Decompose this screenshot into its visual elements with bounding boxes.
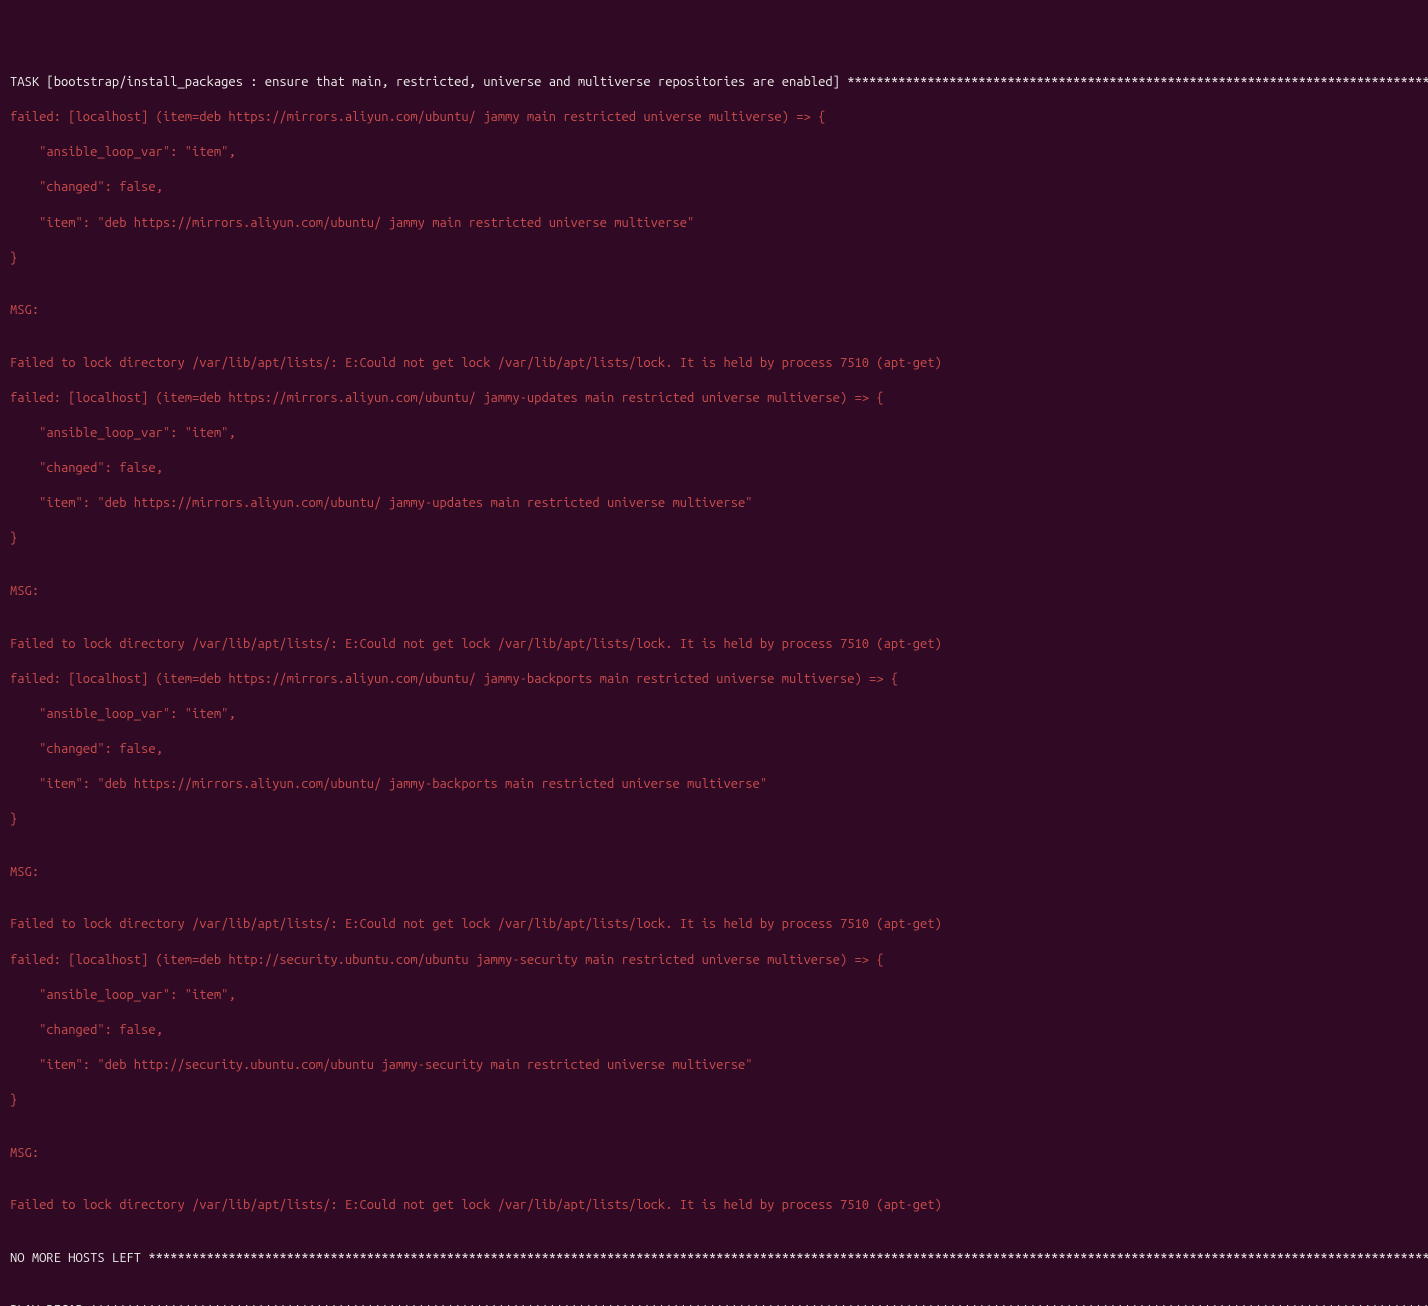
changed-flag: "changed": false, <box>10 1022 1418 1040</box>
msg-text: Failed to lock directory /var/lib/apt/li… <box>10 1197 1418 1215</box>
msg-label: MSG: <box>10 583 1418 601</box>
play-recap-header: PLAY RECAP *****************************… <box>10 1302 1418 1306</box>
task-header-prefix: TASK [ <box>10 75 54 89</box>
changed-flag: "changed": false, <box>10 460 1418 478</box>
task-header-suffix: ] <box>833 75 848 89</box>
failed-item-header: failed: [localhost] (item=deb https://mi… <box>10 109 1418 127</box>
item-detail: "item": "deb https://mirrors.aliyun.com/… <box>10 215 1418 233</box>
msg-label: MSG: <box>10 302 1418 320</box>
msg-text: Failed to lock directory /var/lib/apt/li… <box>10 636 1418 654</box>
failed-item-header: failed: [localhost] (item=deb http://sec… <box>10 952 1418 970</box>
failed-item-header: failed: [localhost] (item=deb https://mi… <box>10 671 1418 689</box>
ansible-loop-var: "ansible_loop_var": "item", <box>10 706 1418 724</box>
item-detail: "item": "deb https://mirrors.aliyun.com/… <box>10 495 1418 513</box>
item-detail: "item": "deb https://mirrors.aliyun.com/… <box>10 776 1418 794</box>
ansible-loop-var: "ansible_loop_var": "item", <box>10 144 1418 162</box>
no-more-hosts-stars: ****************************************… <box>148 1251 1428 1265</box>
changed-flag: "changed": false, <box>10 179 1418 197</box>
json-close: } <box>10 530 1418 548</box>
json-close: } <box>10 1092 1418 1110</box>
msg-text: Failed to lock directory /var/lib/apt/li… <box>10 355 1418 373</box>
no-more-hosts-label: NO MORE HOSTS LEFT <box>10 1251 148 1265</box>
ansible-loop-var: "ansible_loop_var": "item", <box>10 425 1418 443</box>
msg-label: MSG: <box>10 1145 1418 1163</box>
msg-text: Failed to lock directory /var/lib/apt/li… <box>10 916 1418 934</box>
msg-label: MSG: <box>10 864 1418 882</box>
item-detail: "item": "deb http://security.ubuntu.com/… <box>10 1057 1418 1075</box>
task-header: TASK [bootstrap/install_packages : ensur… <box>10 74 1418 92</box>
play-recap-label: PLAY RECAP <box>10 1303 90 1306</box>
failed-item-header: failed: [localhost] (item=deb https://mi… <box>10 390 1418 408</box>
json-close: } <box>10 250 1418 268</box>
task-header-stars: ****************************************… <box>847 75 1428 89</box>
ansible-loop-var: "ansible_loop_var": "item", <box>10 987 1418 1005</box>
task-name: bootstrap/install_packages : ensure that… <box>54 75 833 89</box>
changed-flag: "changed": false, <box>10 741 1418 759</box>
json-close: } <box>10 811 1418 829</box>
no-more-hosts-header: NO MORE HOSTS LEFT *********************… <box>10 1250 1418 1268</box>
play-recap-stars: ****************************************… <box>90 1303 1428 1306</box>
